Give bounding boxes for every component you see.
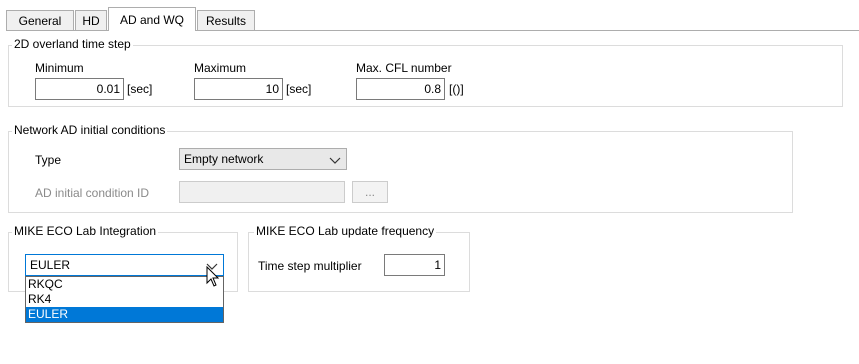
- integration-select[interactable]: EULER: [25, 254, 224, 276]
- type-select-value: Empty network: [184, 152, 264, 166]
- time-step-multiplier-input[interactable]: 1: [384, 254, 445, 276]
- cfl-unit: [()]: [449, 82, 464, 96]
- time-step-multiplier-label: Time step multiplier: [258, 259, 362, 273]
- ecolab-integration-legend: MIKE ECO Lab Integration: [12, 224, 159, 238]
- maximum-label: Maximum: [194, 61, 247, 75]
- id-label: AD initial condition ID: [35, 186, 150, 200]
- network-initial-conditions-legend: Network AD initial conditions: [12, 123, 168, 137]
- cfl-input[interactable]: 0.8: [356, 78, 445, 100]
- option-rk4[interactable]: RK4: [26, 292, 223, 307]
- minimum-unit: [sec]: [127, 82, 153, 96]
- tab-results[interactable]: Results: [197, 10, 255, 30]
- integration-dropdown-list: RKQC RK4 EULER: [25, 276, 224, 323]
- tab-general[interactable]: General: [6, 10, 74, 30]
- mouse-cursor-icon: [206, 266, 220, 287]
- ecolab-update-frequency-legend: MIKE ECO Lab update frequency: [254, 224, 437, 238]
- type-select[interactable]: Empty network: [179, 148, 347, 170]
- chevron-down-icon: [329, 157, 341, 164]
- overland-time-step-legend: 2D overland time step: [12, 37, 133, 51]
- maximum-input[interactable]: 10: [194, 78, 283, 100]
- tab-hd[interactable]: HD: [75, 10, 107, 30]
- initial-condition-id-input[interactable]: [179, 181, 345, 203]
- option-euler[interactable]: EULER: [26, 307, 223, 322]
- tab-ad-and-wq[interactable]: AD and WQ: [108, 7, 196, 31]
- network-initial-conditions-group: [8, 131, 793, 213]
- cfl-label: Max. CFL number: [356, 61, 452, 75]
- browse-button[interactable]: ...: [352, 181, 388, 203]
- type-label: Type: [35, 153, 62, 167]
- integration-select-value: EULER: [30, 258, 71, 272]
- minimum-label: Minimum: [35, 61, 84, 75]
- option-rkqc[interactable]: RKQC: [26, 277, 223, 292]
- maximum-unit: [sec]: [286, 82, 312, 96]
- minimum-input[interactable]: 0.01: [35, 78, 124, 100]
